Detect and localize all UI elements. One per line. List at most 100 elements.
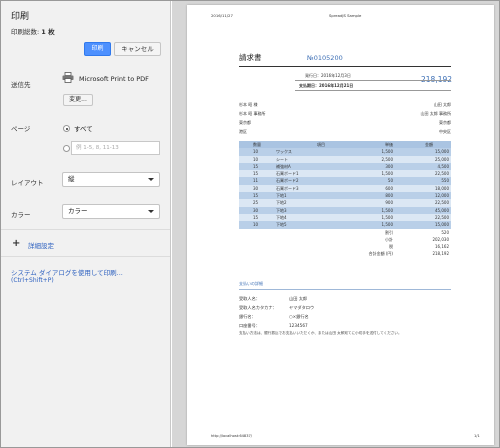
cell-qty: 30 (253, 185, 259, 191)
payment-label: 受取人名カタカナ： (239, 305, 277, 310)
total-row: 税 16,162 (239, 243, 451, 250)
header-amount: 金額 (425, 142, 433, 147)
header-qty: 数量 (253, 142, 261, 147)
date-rule (295, 80, 451, 81)
cell-price: 300 (385, 163, 393, 169)
cell-amount: 22,500 (435, 200, 449, 206)
cell-item: 下地5 (276, 222, 287, 228)
total-value: 218,192 (432, 251, 449, 257)
system-dialog-link[interactable]: システム ダイアログを使用して印刷... (11, 267, 123, 277)
preview-page: 2016/11/27 SpreadJS Sample 請求書 №0105200 … (187, 5, 494, 445)
table-row: 10 下地5 1,500 15,000 (239, 221, 451, 229)
pages-range-input[interactable]: 例 1-5, 8, 11-13 (71, 141, 160, 155)
total-value: 202,030 (432, 236, 449, 242)
invoice-number: №0105200 (307, 54, 343, 62)
payment-label: 受取人名： (239, 296, 260, 301)
page-header-title: SpreadJS Sample (329, 13, 362, 18)
table-body: 10 ワックス 1,500 15,000 10 シート 2,500 25,000 15 補強材A 3… (239, 148, 451, 229)
total-label: 税 (389, 244, 393, 250)
cell-amount: 22,500 (435, 214, 449, 220)
payment-note: 支払い方法は、銀行振込でお支払いいただくか、または山田 太郎宛てに小切手を送付し… (239, 331, 402, 335)
due-date-label: 支払期日： (299, 83, 319, 88)
total-label: 割引 (385, 229, 393, 235)
header-price: 単価 (385, 142, 393, 147)
pages-custom-radio[interactable] (63, 145, 70, 152)
color-select-value: カラー (68, 207, 88, 215)
recipient-name: 杉本 昭 様 (239, 102, 258, 107)
table-row: 15 石膏ボード1 1,500 22,500 (239, 170, 451, 178)
cell-qty: 15 (253, 171, 259, 177)
print-button[interactable]: 印刷 (84, 42, 111, 56)
recipient-ward: 港区 (239, 129, 247, 134)
cell-item: 石膏ボード1 (276, 171, 299, 177)
table-totals: 割引 520 小計 202,030 税 16,162 合計金額 (円) 218,192 (239, 229, 451, 258)
table-row: 30 石膏ボード3 600 18,000 (239, 184, 451, 193)
issue-date-value: 2016年12月3日 (321, 73, 351, 78)
change-printer-button[interactable]: 変更... (63, 94, 93, 106)
payment-label: 銀行名： (239, 314, 256, 319)
cell-price: 600 (385, 185, 393, 191)
payment-value: 1234567 (289, 323, 308, 328)
cell-item: 補強材A (276, 163, 291, 169)
pages-all-label: すべて (74, 125, 93, 133)
cell-price: 1,500 (381, 214, 393, 220)
advanced-settings-link[interactable]: 詳細設定 (28, 240, 54, 250)
page-footer-number: 1/1 (474, 434, 480, 438)
cell-price: 1,500 (381, 171, 393, 177)
cell-amount: 550 (441, 178, 449, 184)
pages-label: ページ (11, 125, 31, 133)
cell-price: 1,500 (381, 207, 393, 213)
payment-value: ヤマダタロウ (289, 305, 315, 310)
total-row: 合計金額 (円) 218,192 (239, 250, 451, 257)
sender-office: 山田 太郎 事務所 (420, 111, 451, 116)
total-row: 割引 520 (239, 229, 451, 236)
recipient-city: 東京都 (239, 120, 251, 125)
color-label: カラー (11, 211, 31, 219)
printer-name: Microsoft Print to PDF (79, 75, 149, 83)
plus-icon[interactable]: + (12, 239, 20, 249)
header-item: 項目 (317, 142, 325, 147)
print-preview[interactable]: 2016/11/27 SpreadJS Sample 請求書 №0105200 … (172, 1, 499, 447)
table-header-row: 数量 項目 単価 金額 (239, 141, 451, 149)
print-total: 印刷総数: 1 枚 (11, 26, 55, 36)
chevron-down-icon (148, 210, 154, 213)
issue-date-label: 発行日： (305, 73, 321, 78)
date-rule (295, 90, 451, 91)
cell-price: 2,500 (381, 156, 393, 162)
issue-date: 発行日：2016年12月3日 (305, 73, 351, 79)
table-row: 11 石膏ボード2 50 550 (239, 177, 451, 185)
recipient-office: 杉本 昭 事務所 (239, 111, 266, 116)
table-row: 30 下地3 1,500 45,000 (239, 206, 451, 214)
payment-label: 口座番号： (239, 323, 260, 328)
sender-ward: 中央区 (439, 129, 451, 134)
total-value: 520 (441, 229, 449, 235)
layout-select[interactable]: 縦 (62, 172, 160, 187)
due-date-value: 2016年12月21日 (319, 83, 354, 88)
cell-item: 石膏ボード2 (276, 178, 299, 184)
cell-amount: 22,500 (435, 171, 449, 177)
color-select[interactable]: カラー (62, 204, 160, 219)
cancel-button[interactable]: キャンセル (114, 42, 161, 56)
print-settings-panel: 印刷 印刷総数: 1 枚 印刷 キャンセル 送信先 Microsoft Prin… (1, 1, 171, 447)
pages-all-radio[interactable] (63, 125, 70, 132)
cell-qty: 15 (253, 214, 259, 220)
cell-qty: 10 (253, 149, 259, 155)
cell-amount: 15,000 (435, 222, 449, 228)
cell-item: ワックス (276, 149, 292, 155)
destination-label: 送信先 (11, 81, 31, 89)
chevron-down-icon (148, 178, 154, 181)
cell-qty: 25 (253, 200, 259, 206)
print-total-value: 1 枚 (41, 28, 55, 36)
divider (1, 256, 170, 257)
cell-item: 下地4 (276, 214, 287, 220)
print-total-label: 印刷総数: (11, 28, 40, 36)
cell-item: 下地3 (276, 207, 287, 213)
title-rule (239, 66, 451, 67)
cell-qty: 15 (253, 193, 259, 199)
table-row: 15 下地1 800 12,000 (239, 192, 451, 200)
table-row: 25 下地2 900 22,500 (239, 199, 451, 207)
layout-label: レイアウト (11, 179, 44, 187)
total-label: 合計金額 (円) (368, 251, 393, 257)
cell-qty: 11 (253, 178, 259, 184)
invoice-table: 数量 項目 単価 金額 10 ワックス 1,500 15,000 10 シート 2,500 2… (239, 141, 451, 258)
